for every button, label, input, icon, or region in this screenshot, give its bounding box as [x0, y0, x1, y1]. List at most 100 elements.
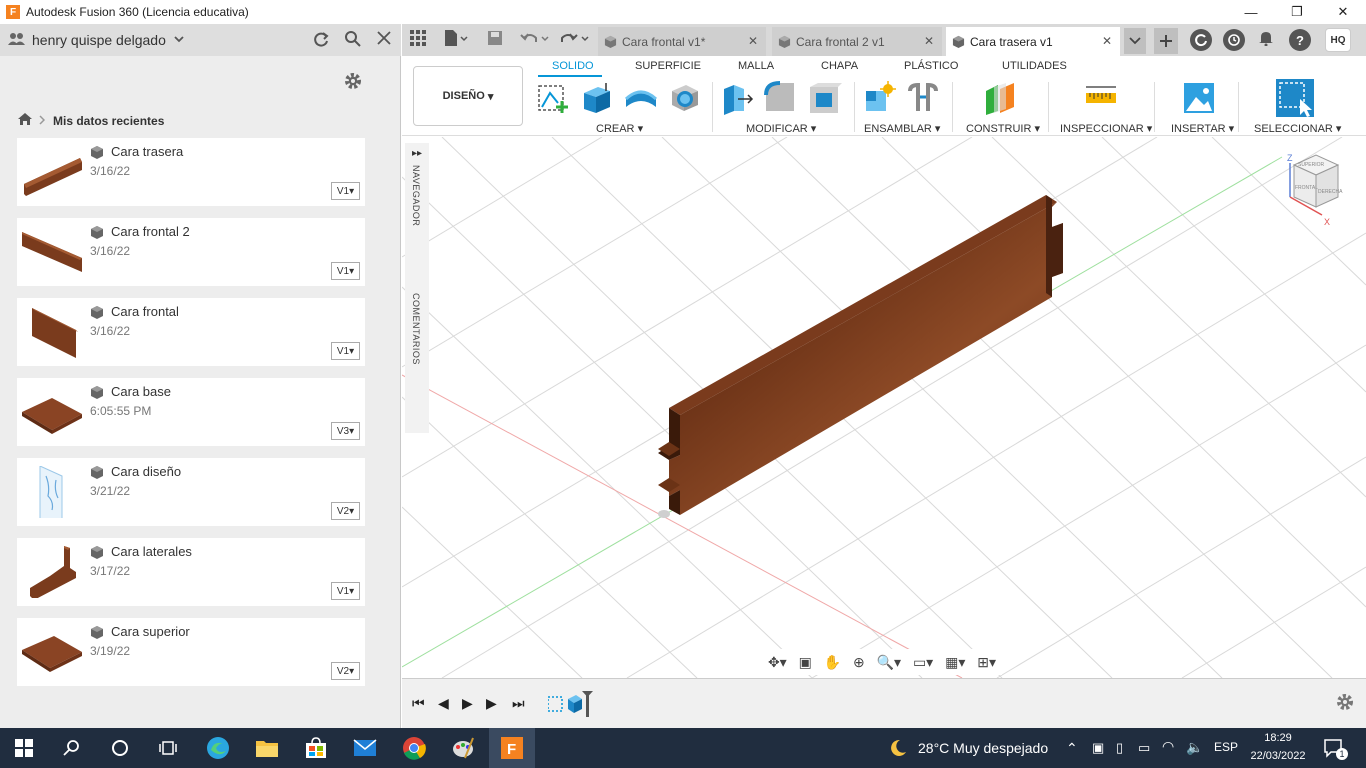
timeline-features[interactable]: [548, 691, 596, 717]
paint-app-icon[interactable]: [451, 736, 475, 760]
version-badge[interactable]: V1 ▾: [331, 262, 360, 280]
hole-icon[interactable]: [668, 81, 702, 115]
usb-device-icon[interactable]: ▯: [1116, 740, 1123, 756]
group-seleccionar[interactable]: SELECCIONAR ▾: [1254, 122, 1341, 135]
windows-start-icon[interactable]: [12, 736, 36, 760]
tab-plastico[interactable]: PLÁSTICO: [904, 60, 958, 72]
volume-icon[interactable]: 🔈: [1186, 739, 1203, 756]
undo-icon[interactable]: [520, 30, 550, 51]
fillet-icon[interactable]: [764, 81, 798, 115]
group-ensamblar[interactable]: ENSAMBLAR ▾: [864, 122, 940, 135]
file-card[interactable]: Cara diseño 3/21/22 V2 ▾: [17, 458, 365, 526]
mail-icon[interactable]: [353, 736, 377, 760]
revolve-icon[interactable]: [624, 81, 658, 115]
save-icon[interactable]: [488, 30, 502, 51]
group-inspeccionar[interactable]: INSPECCIONAR ▾: [1060, 122, 1152, 135]
tab-utilidades[interactable]: UTILIDADES: [1002, 60, 1067, 72]
measure-icon[interactable]: [1084, 81, 1118, 115]
wifi-icon[interactable]: ◠: [1162, 738, 1174, 755]
clock-date[interactable]: 22/03/2022: [1244, 750, 1312, 762]
group-modificar[interactable]: MODIFICAR ▾: [746, 122, 816, 135]
tab-comentarios[interactable]: COMENTARIOS: [411, 293, 421, 365]
task-view-icon[interactable]: [156, 736, 180, 760]
file-card[interactable]: Cara base 6:05:55 PM V3 ▾: [17, 378, 365, 446]
grid-settings-icon[interactable]: ▦▾: [945, 654, 965, 671]
version-badge[interactable]: V1 ▾: [331, 582, 360, 600]
pan-hand-icon[interactable]: ✋: [824, 654, 841, 671]
weather-moon-icon[interactable]: [886, 736, 910, 760]
chevron-up-icon[interactable]: ⌃: [1066, 740, 1078, 757]
file-menu-icon[interactable]: [444, 30, 468, 51]
view-cube[interactable]: SUPERIOR FRONTAL DERECHA Z X: [1280, 153, 1348, 233]
file-card[interactable]: Cara laterales 3/17/22 V1 ▾: [17, 538, 365, 606]
version-badge[interactable]: V2 ▾: [331, 662, 360, 680]
settings-gear-icon[interactable]: [344, 72, 362, 95]
joint-icon[interactable]: [906, 81, 940, 115]
close-panel-icon[interactable]: [376, 30, 392, 51]
breadcrumb-recent-data[interactable]: Mis datos recientes: [53, 114, 164, 128]
version-badge[interactable]: V3 ▾: [331, 422, 360, 440]
extrude-icon[interactable]: [580, 81, 614, 115]
close-tab-icon[interactable]: ✕: [748, 34, 758, 48]
tab-solido[interactable]: SOLIDO: [552, 60, 594, 72]
app-grid-icon[interactable]: [410, 30, 426, 51]
version-badge[interactable]: V1 ▾: [331, 342, 360, 360]
go-to-end-icon[interactable]: ⏭: [512, 695, 525, 712]
press-pull-icon[interactable]: [720, 81, 754, 115]
play-icon[interactable]: ▶: [462, 695, 473, 712]
step-forward-icon[interactable]: ▶: [486, 695, 497, 712]
select-icon[interactable]: [1276, 79, 1314, 117]
user-name[interactable]: henry quispe delgado: [32, 32, 166, 48]
maximize-button[interactable]: ❐: [1274, 0, 1320, 24]
version-badge[interactable]: V1 ▾: [331, 182, 360, 200]
version-badge[interactable]: V2 ▾: [331, 502, 360, 520]
clock-icon[interactable]: [1223, 29, 1245, 51]
look-at-icon[interactable]: ▣: [799, 654, 812, 671]
group-insertar[interactable]: INSERTAR ▾: [1171, 122, 1234, 135]
group-crear[interactable]: CREAR ▾: [596, 122, 643, 135]
new-component-icon[interactable]: [862, 81, 896, 115]
file-card[interactable]: Cara frontal 3/16/22 V1 ▾: [17, 298, 365, 366]
redo-icon[interactable]: [560, 30, 590, 51]
timeline-settings-gear-icon[interactable]: [1336, 693, 1354, 714]
file-explorer-icon[interactable]: [255, 736, 279, 760]
clock-time[interactable]: 18:29: [1250, 732, 1306, 744]
tab-cara-trasera-v1[interactable]: Cara trasera v1 ✕: [946, 27, 1120, 56]
tab-cara-frontal-2-v1[interactable]: Cara frontal 2 v1 ✕: [772, 27, 942, 56]
offset-plane-icon[interactable]: [984, 81, 1018, 115]
minimize-button[interactable]: —: [1228, 0, 1274, 24]
home-icon[interactable]: [17, 112, 33, 129]
weather-text[interactable]: 28°C Muy despejado: [918, 740, 1048, 756]
go-to-start-icon[interactable]: ⏮: [412, 695, 425, 712]
new-tab-button[interactable]: [1154, 28, 1178, 54]
viewports-icon[interactable]: ⊞▾: [977, 654, 996, 671]
create-sketch-icon[interactable]: [536, 81, 570, 115]
workspace-switcher[interactable]: DISEÑO ▾: [413, 66, 523, 126]
meet-now-icon[interactable]: ▣: [1092, 740, 1104, 756]
battery-icon[interactable]: ▭: [1138, 740, 1150, 756]
3d-viewport[interactable]: ▸▸ NAVEGADOR COMENTARIOS SUPERIOR FRONTA…: [402, 137, 1366, 678]
display-settings-icon[interactable]: ▭▾: [913, 654, 933, 671]
zoom-icon[interactable]: ⊕: [853, 654, 865, 671]
insert-image-icon[interactable]: [1182, 81, 1216, 115]
microsoft-store-icon[interactable]: [304, 736, 328, 760]
close-tab-icon[interactable]: ✕: [924, 34, 934, 48]
tab-chapa[interactable]: CHAPA: [821, 60, 858, 72]
close-window-button[interactable]: ✕: [1320, 0, 1366, 24]
fit-zoom-icon[interactable]: 🔍▾: [877, 654, 901, 671]
chevron-down-icon[interactable]: [174, 34, 184, 46]
shell-icon[interactable]: [808, 81, 842, 115]
double-chevron-right-icon[interactable]: ▸▸: [412, 148, 422, 159]
tab-cara-frontal-v1[interactable]: Cara frontal v1* ✕: [598, 27, 766, 56]
help-icon[interactable]: ?: [1289, 29, 1311, 51]
tab-malla[interactable]: MALLA: [738, 60, 774, 72]
search-icon[interactable]: [344, 30, 362, 53]
file-card[interactable]: Cara superior 3/19/22 V2 ▾: [17, 618, 365, 686]
input-language[interactable]: ESP: [1214, 740, 1238, 754]
edge-browser-icon[interactable]: [206, 736, 230, 760]
cortana-icon[interactable]: [108, 736, 132, 760]
file-card[interactable]: Cara frontal 2 3/16/22 V1 ▾: [17, 218, 365, 286]
search-icon[interactable]: [60, 736, 84, 760]
step-back-icon[interactable]: ◀: [438, 695, 449, 712]
fusion-360-taskbar-icon[interactable]: F: [500, 736, 524, 760]
